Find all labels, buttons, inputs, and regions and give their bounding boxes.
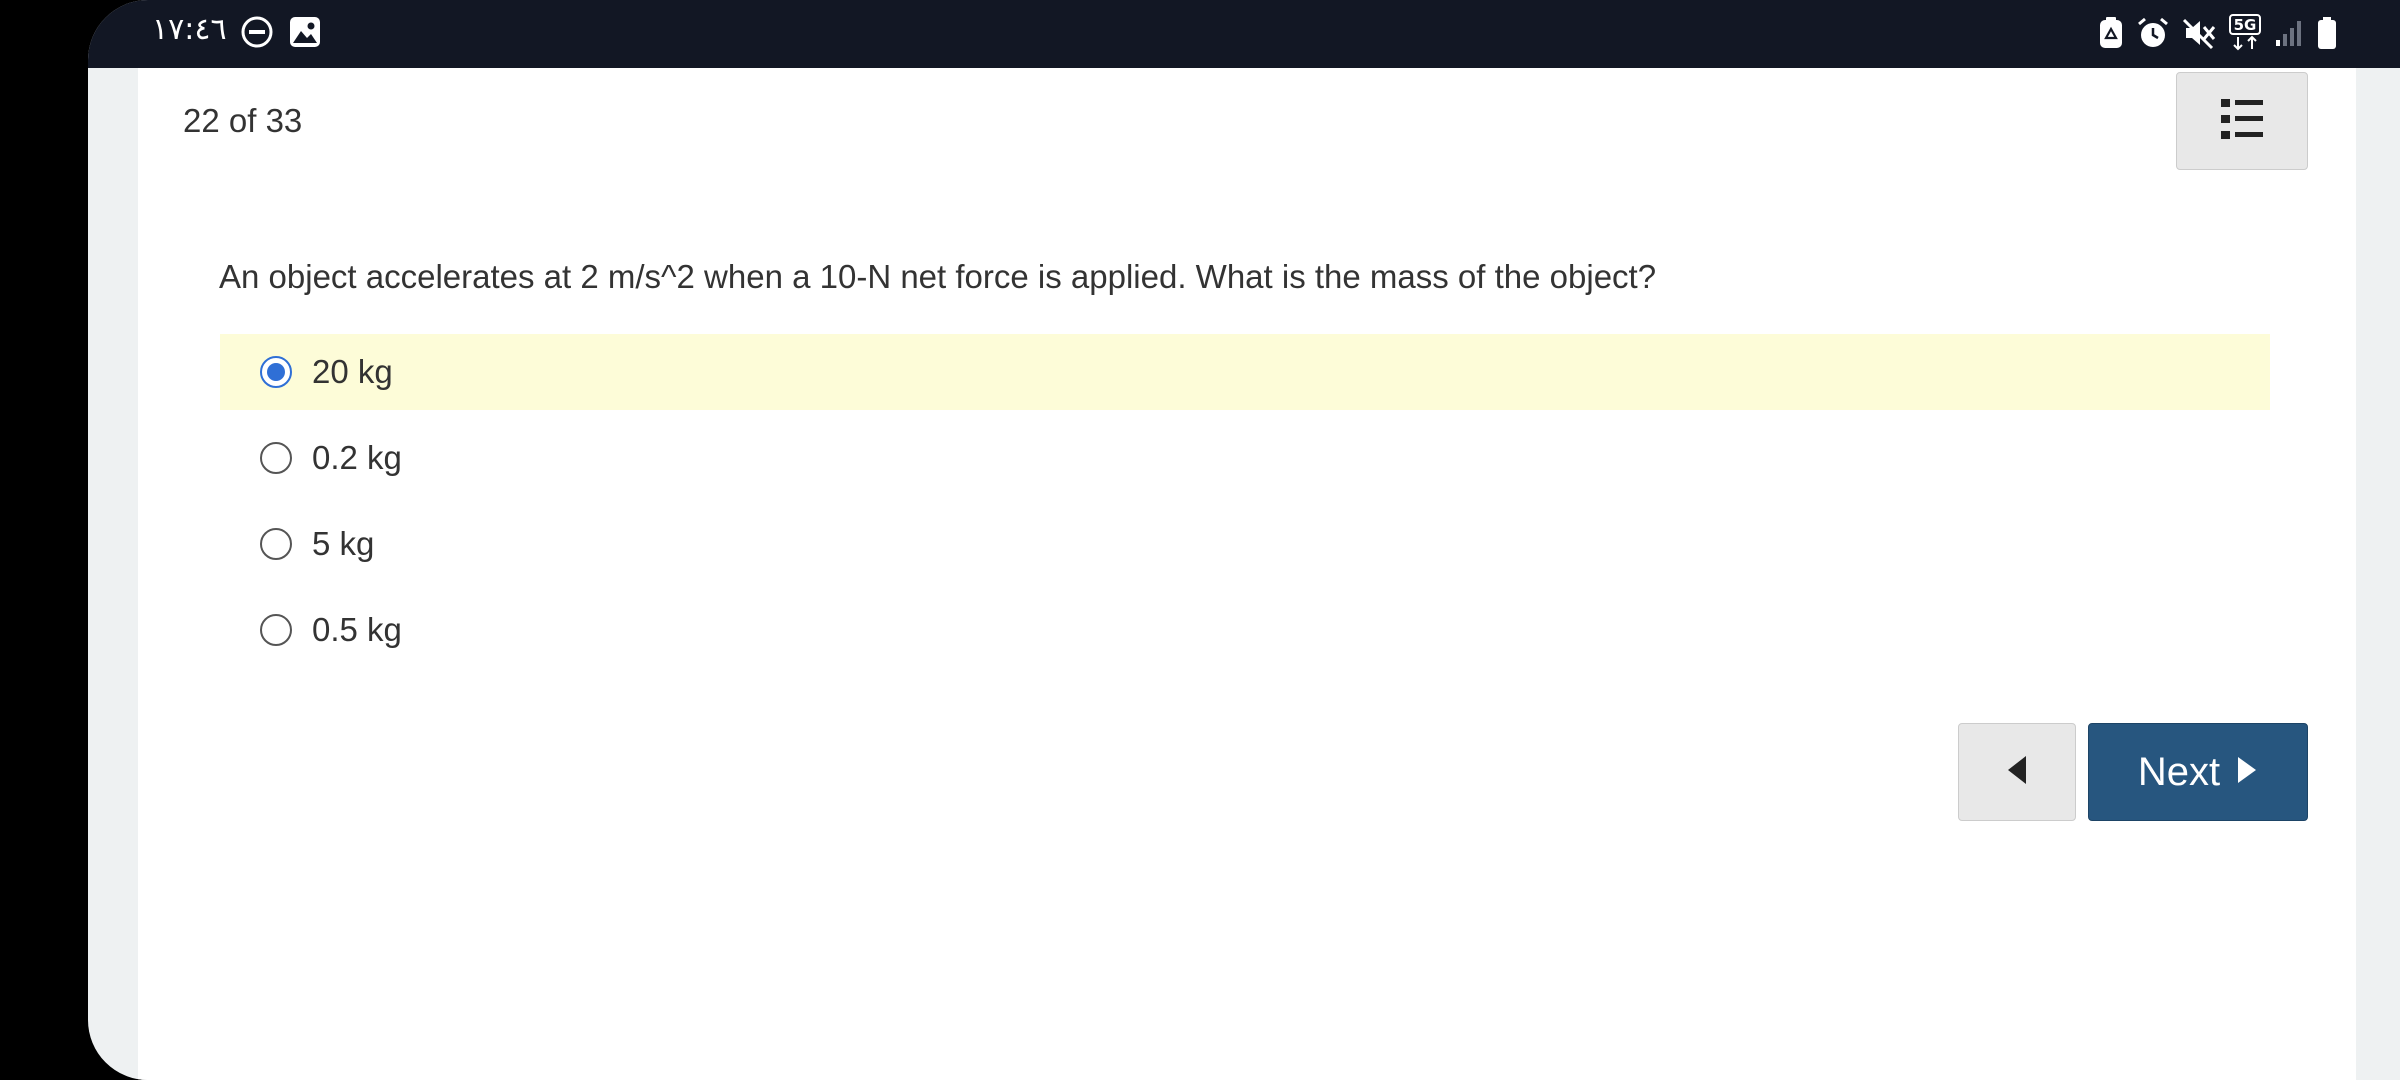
answer-option-4[interactable]: 0.5 kg [220, 592, 2270, 668]
question-text: An object accelerates at 2 m/s^2 when a … [219, 258, 1657, 295]
next-button[interactable]: Next [2088, 723, 2308, 821]
radio-button[interactable] [260, 614, 292, 646]
question-list-button[interactable] [2176, 72, 2308, 170]
mute-icon [2182, 16, 2216, 50]
option-label: 0.2 kg [312, 439, 402, 476]
do-not-disturb-icon [240, 15, 274, 49]
device-screen: ١٧:٤٦ 5G 22 of 33 An object accelerates … [88, 0, 2400, 1080]
status-time: ١٧:٤٦ [152, 12, 227, 47]
recycle-icon [2098, 16, 2124, 50]
question-progress: 22 of 33 [183, 102, 303, 139]
status-bar: ١٧:٤٦ 5G [88, 0, 2400, 68]
list-icon [2220, 97, 2264, 146]
gallery-icon [288, 15, 322, 49]
alarm-icon [2136, 16, 2170, 50]
option-label: 20 kg [312, 353, 393, 390]
radio-button[interactable] [260, 528, 292, 560]
radio-button[interactable] [260, 442, 292, 474]
caret-left-icon [2004, 754, 2030, 791]
answer-options: 20 kg 0.2 kg 5 kg 0.5 kg [220, 334, 2270, 678]
radio-button[interactable] [260, 356, 292, 388]
caret-right-icon [2236, 750, 2258, 795]
battery-icon [2316, 16, 2338, 50]
answer-option-1[interactable]: 20 kg [220, 334, 2270, 410]
option-label: 0.5 kg [312, 611, 402, 648]
next-label: Next [2137, 749, 2221, 794]
previous-button[interactable] [1958, 723, 2076, 821]
answer-option-2[interactable]: 0.2 kg [220, 420, 2270, 496]
option-label: 5 kg [312, 525, 375, 562]
5g-icon: 5G [2228, 14, 2262, 52]
signal-icon [2274, 18, 2304, 48]
answer-option-3[interactable]: 5 kg [220, 506, 2270, 582]
quiz-card: 22 of 33 An object accelerates at 2 m/s^… [138, 68, 2356, 1080]
svg-text:5G: 5G [2234, 16, 2257, 34]
